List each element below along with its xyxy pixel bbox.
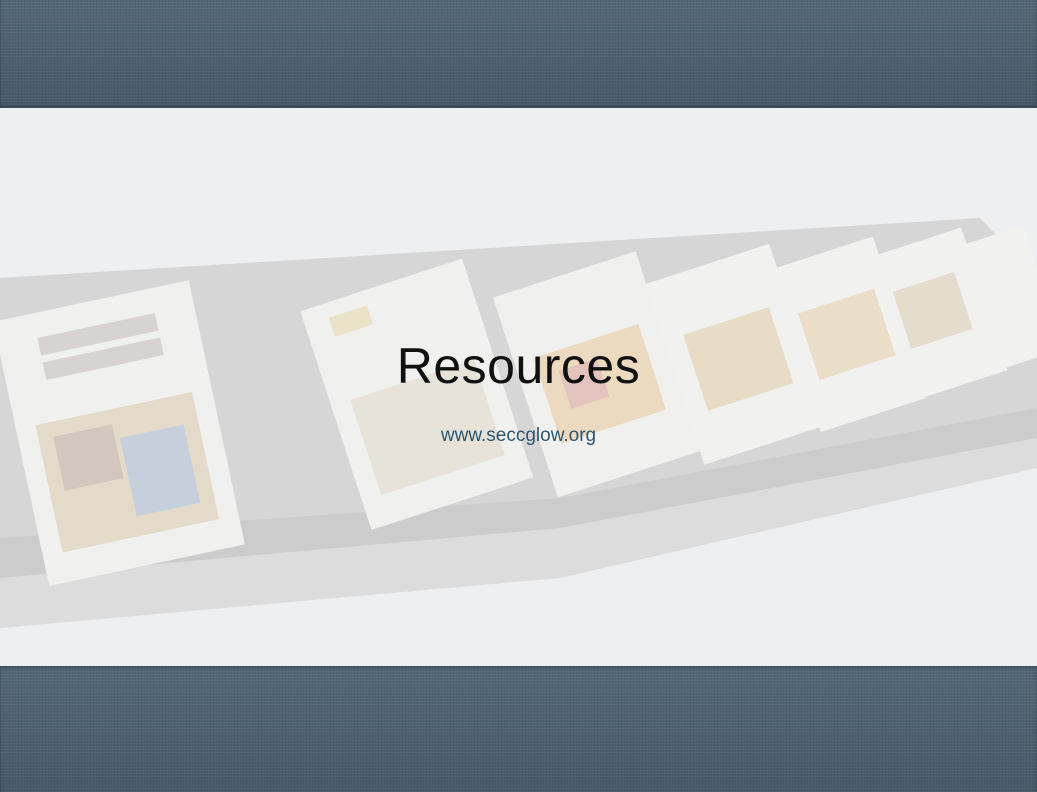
- slide: Resources www.seccglow.org: [0, 0, 1037, 792]
- bottom-band: [0, 666, 1037, 792]
- website-link[interactable]: www.seccglow.org: [0, 424, 1037, 448]
- top-band: [0, 0, 1037, 108]
- slide-title: Resources: [396, 338, 641, 394]
